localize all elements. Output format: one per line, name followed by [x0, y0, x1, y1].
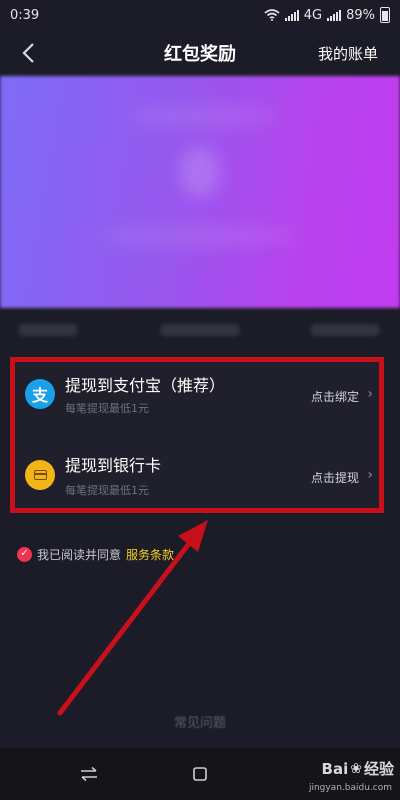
nav-bar: 红包奖励 我的账单	[0, 30, 400, 76]
balance-summary-row	[0, 312, 400, 352]
recent-apps-button[interactable]	[77, 762, 101, 786]
signal-icon-secondary	[327, 9, 342, 21]
page-title: 红包奖励	[164, 44, 236, 65]
home-button[interactable]	[188, 762, 212, 786]
signal-icon	[284, 9, 299, 21]
watermark-url: jingyan.baidu.com	[308, 783, 392, 793]
chevron-left-icon	[22, 43, 34, 63]
option-subtitle: 每笔提现最低1元	[65, 484, 149, 497]
wifi-icon	[264, 9, 280, 21]
paw-icon: ❀	[350, 760, 362, 777]
baidu-jingyan-watermark: Bai ❀ 经验	[322, 758, 394, 779]
agreement-text: 我已阅读并同意	[37, 547, 122, 562]
switch-arrows-icon	[81, 767, 97, 781]
agree-checkbox[interactable]: ✓	[17, 546, 32, 562]
network-type: 4G	[303, 7, 323, 23]
reward-banner	[0, 76, 400, 308]
chevron-right-icon: ›	[367, 467, 373, 483]
watermark-brand: Bai	[321, 759, 349, 778]
chevron-right-icon: ›	[367, 386, 373, 402]
home-square-icon	[193, 767, 207, 781]
withdraw-to-bank-card-option[interactable]: 提现到银行卡 每笔提现最低1元 点击提现 ›	[15, 440, 379, 510]
status-icons: 4G 89%	[264, 7, 390, 23]
option-subtitle: 每笔提现最低1元	[65, 402, 149, 415]
option-title: 提现到银行卡	[65, 456, 162, 475]
my-bill-link[interactable]: 我的账单	[318, 43, 378, 64]
battery-icon	[380, 7, 390, 23]
bind-alipay-button[interactable]: 点击绑定	[311, 388, 359, 405]
bank-card-icon	[25, 460, 55, 490]
alipay-icon: 支	[25, 379, 55, 409]
option-title: 提现到支付宝（推荐）	[65, 376, 226, 395]
service-terms-link[interactable]: 服务条款	[126, 546, 174, 563]
withdraw-to-alipay-option[interactable]: 支 提现到支付宝（推荐） 每笔提现最低1元 点击绑定 ›	[15, 362, 379, 432]
back-button[interactable]	[16, 40, 40, 66]
status-time: 0:39	[10, 7, 40, 23]
faq-link[interactable]: 常见问题	[0, 712, 400, 731]
status-bar: 0:39 4G 89%	[0, 0, 400, 30]
withdraw-options-highlight: 支 提现到支付宝（推荐） 每笔提现最低1元 点击绑定 › 提现到银行卡 每笔提现…	[10, 357, 384, 513]
agreement-row: ✓ 我已阅读并同意 服务条款	[17, 545, 174, 563]
battery-percent: 89%	[346, 7, 375, 23]
watermark-suffix: 经验	[363, 760, 394, 778]
withdraw-bank-button[interactable]: 点击提现	[311, 469, 359, 486]
